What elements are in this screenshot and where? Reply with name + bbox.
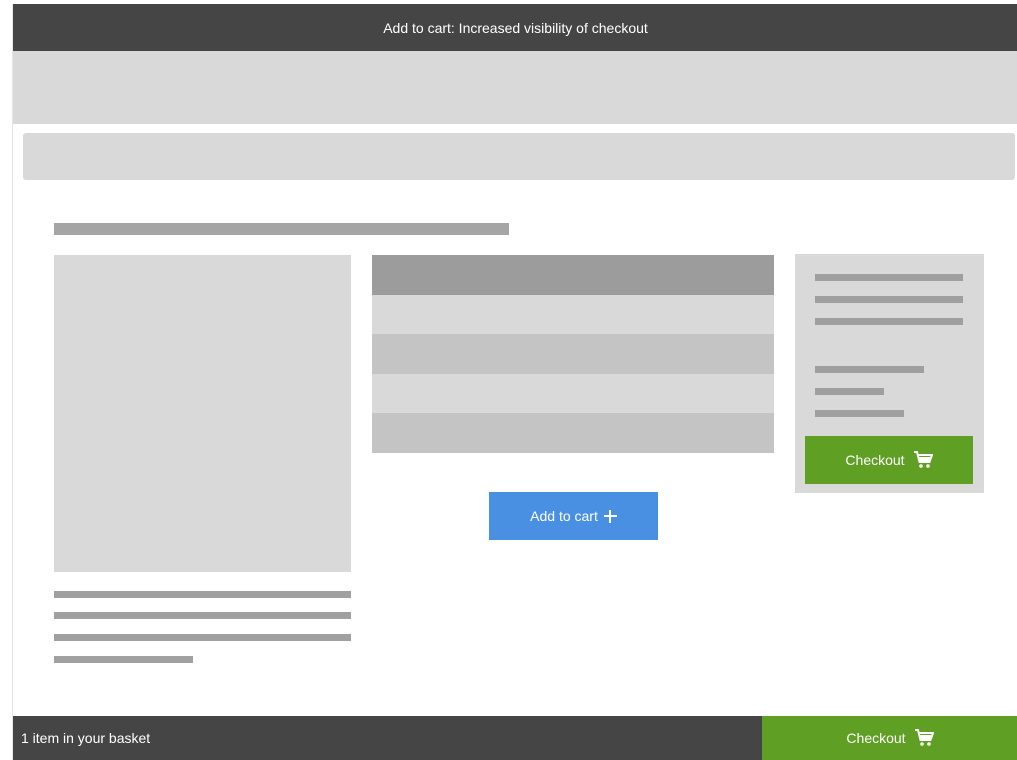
options-row[interactable] [372,294,774,335]
add-to-cart-button[interactable]: Add to cart [489,492,658,540]
summary-line-placeholder [815,366,924,373]
summary-line-placeholder [815,274,963,281]
add-to-cart-label: Add to cart [530,508,598,524]
checkout-label: Checkout [846,730,906,746]
product-title-placeholder [54,223,509,235]
options-header-row [372,255,774,295]
summary-line-placeholder [815,318,963,325]
header-placeholder [13,51,1017,124]
options-row[interactable] [372,373,774,414]
options-row[interactable] [372,334,774,374]
summary-line-placeholder [815,410,904,417]
title-bar: Add to cart: Increased visibility of che… [13,4,1017,51]
app-frame: Add to cart: Increased visibility of che… [12,4,1017,760]
plus-icon [603,509,617,523]
summary-line-placeholder [815,388,884,395]
description-line-placeholder [54,634,351,641]
basket-status: 1 item in your basket [21,730,151,746]
bottom-checkout-button[interactable]: Checkout [762,716,1017,760]
checkout-label: Checkout [845,452,905,468]
basket-bar: 1 item in your basket Checkout [13,716,1017,760]
cart-icon [914,729,934,746]
page-title: Add to cart: Increased visibility of che… [383,19,648,36]
cart-summary-panel: Checkout [795,254,984,493]
navigation-placeholder [23,133,1015,180]
cart-icon [913,451,933,468]
summary-line-placeholder [815,296,963,303]
product-image-placeholder [54,255,351,572]
panel-checkout-button[interactable]: Checkout [805,436,973,484]
description-line-placeholder [54,656,193,663]
options-row[interactable] [372,413,774,453]
product-options-table-placeholder [372,255,774,453]
description-line-placeholder [54,591,351,598]
description-line-placeholder [54,612,351,619]
